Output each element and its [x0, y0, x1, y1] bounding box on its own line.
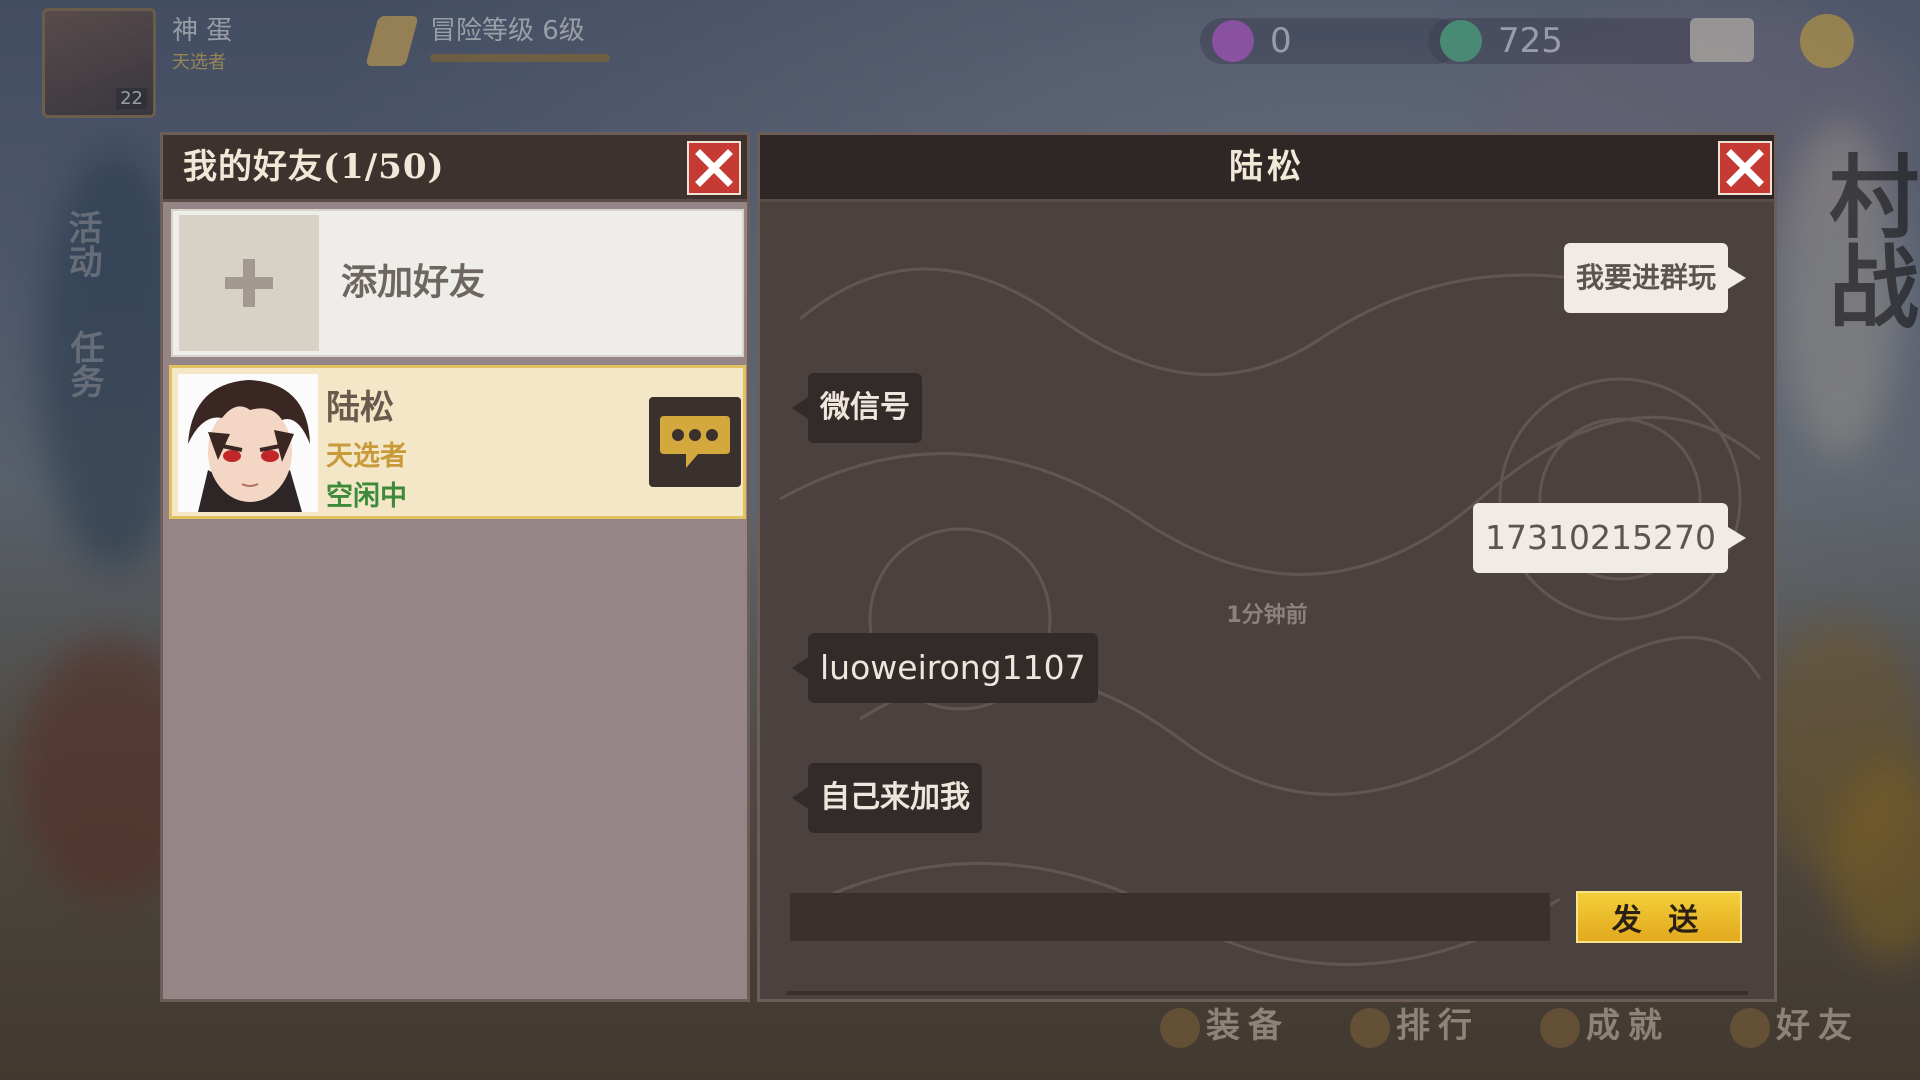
rank-label: 冒险等级 6级 — [430, 16, 585, 46]
open-chat-button[interactable] — [649, 397, 741, 487]
nav-label: 排行 — [1396, 1006, 1480, 1046]
chat-message-sent: 17310215270 — [1473, 503, 1746, 573]
gem-icon — [1212, 20, 1254, 62]
achievement-icon — [1540, 1007, 1580, 1048]
nav-equipment[interactable]: 装备 — [1160, 996, 1290, 1056]
chat-bubble-icon — [660, 416, 730, 468]
chat-message-sent: 我要进群玩 — [1563, 243, 1747, 313]
friends-panel: 我的好友(1/50) 添加好友 陆松 天选者 空闲中 — [160, 132, 750, 1002]
player-subtitle: 天选者 — [172, 52, 226, 73]
friend-status: 空闲中 — [326, 481, 407, 512]
nav-label: 装备 — [1206, 1006, 1290, 1046]
resource-counter-jade[interactable]: 725 — [1428, 18, 1708, 64]
chat-panel-header: 陆松 — [760, 135, 1774, 202]
friend-name: 陆松 — [326, 388, 394, 428]
plus-icon — [179, 215, 319, 351]
close-icon — [1726, 149, 1764, 187]
settings-icon[interactable] — [1800, 14, 1854, 68]
mail-icon[interactable] — [1690, 18, 1754, 62]
chat-panel: 陆松 我要进群玩 微信号 17310215270 1分钟前 luoweirong… — [757, 132, 1777, 1002]
player-name: 神 蛋 — [172, 16, 233, 46]
nav-label: 好友 — [1776, 1006, 1860, 1046]
chat-footer-divider — [786, 991, 1748, 995]
jade-icon — [1440, 20, 1482, 62]
add-friend-button[interactable]: 添加好友 — [171, 209, 744, 357]
nav-achievement[interactable]: 成就 — [1540, 996, 1670, 1056]
chat-title: 陆松 — [1229, 147, 1305, 187]
close-icon — [695, 149, 733, 187]
game-screen: 活动 任务 村战 22 神 蛋 天选者 冒险等级 6级 0 725 装备 排行 … — [0, 0, 1920, 1080]
player-avatar[interactable]: 22 — [42, 8, 156, 118]
nav-label: 成就 — [1586, 1006, 1670, 1046]
add-friend-label: 添加好友 — [341, 262, 486, 303]
chat-close-button[interactable] — [1718, 141, 1772, 195]
nav-friends[interactable]: 好友 — [1730, 996, 1860, 1056]
nav-ranking[interactable]: 排行 — [1350, 996, 1480, 1056]
friend-title: 天选者 — [326, 441, 407, 472]
friends-close-button[interactable] — [687, 141, 741, 195]
player-level: 22 — [116, 88, 147, 109]
resource-2-value: 725 — [1498, 21, 1563, 61]
rank-progress-bar — [430, 54, 610, 62]
friends-panel-header: 我的好友(1/50) — [163, 135, 747, 202]
friends-icon — [1730, 1007, 1770, 1048]
chat-message-received: luoweirong1107 — [792, 633, 1098, 703]
resource-counter-gem[interactable]: 0 — [1200, 18, 1460, 64]
equipment-icon — [1160, 1007, 1200, 1048]
message-input[interactable] — [790, 893, 1550, 941]
friend-avatar — [178, 374, 318, 512]
chat-message-received: 微信号 — [792, 373, 922, 443]
resource-1-value: 0 — [1270, 21, 1292, 61]
bottom-nav: 装备 排行 成就 好友 — [1150, 996, 1920, 1056]
send-button[interactable]: 发 送 — [1576, 891, 1742, 943]
chat-message-received: 自己来加我 — [792, 763, 982, 833]
chat-timestamp: 1分钟前 — [1226, 603, 1308, 628]
top-hud: 22 神 蛋 天选者 冒险等级 6级 0 725 — [0, 0, 1920, 120]
ranking-icon — [1350, 1007, 1390, 1048]
friends-title: 我的好友(1/50) — [183, 147, 445, 187]
friend-list-item[interactable]: 陆松 天选者 空闲中 — [169, 365, 746, 519]
rank-icon — [365, 16, 419, 66]
